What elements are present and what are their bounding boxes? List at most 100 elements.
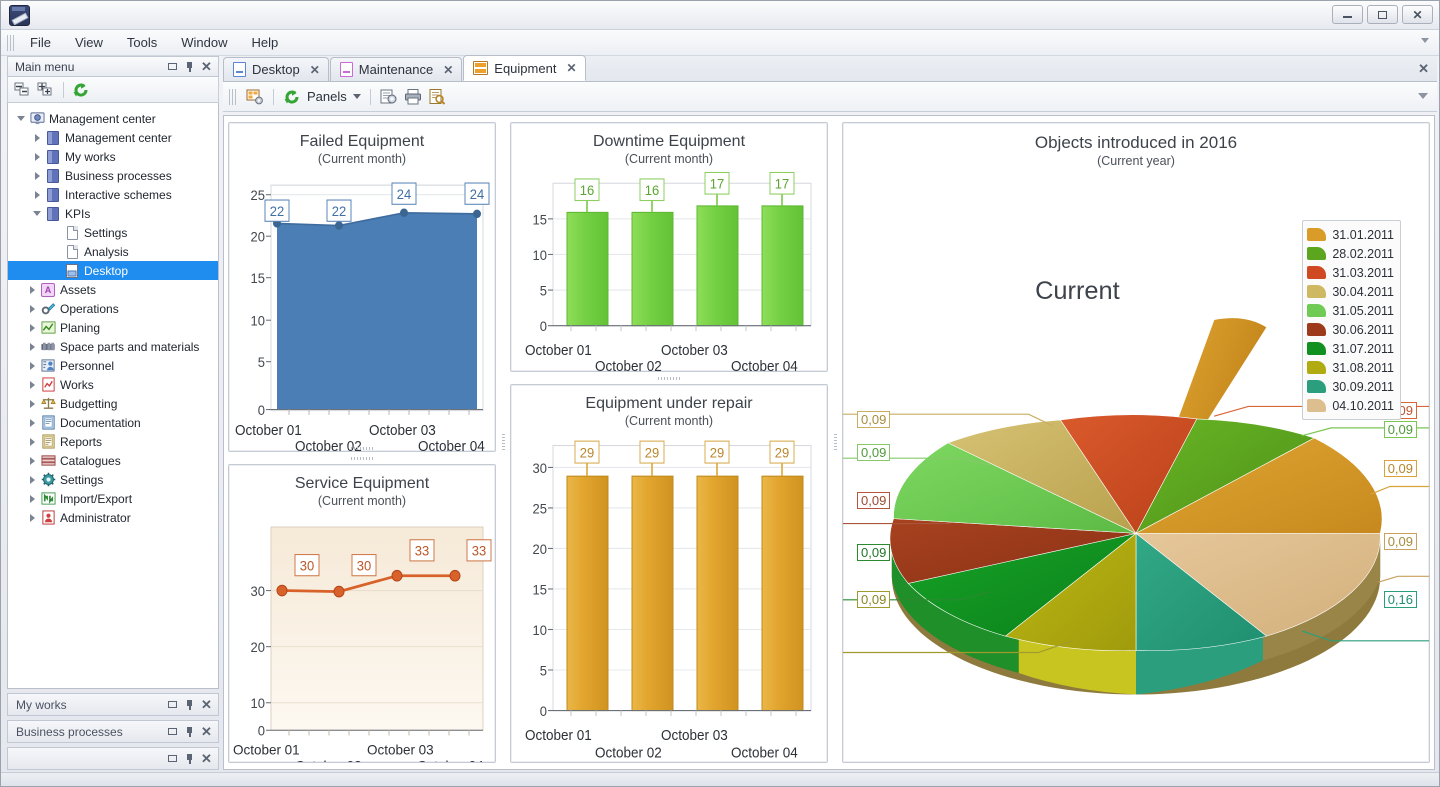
- splitter-failed-service[interactable]: [228, 452, 496, 464]
- legend-item[interactable]: 30.06.2011: [1307, 320, 1394, 339]
- settings-panel-icon[interactable]: [246, 88, 264, 106]
- tree-item-settings[interactable]: Settings: [8, 470, 218, 489]
- chart-failed-equipment[interactable]: 25 20 15 10 5 0 22 22 24 24 October 01 O…: [229, 166, 495, 451]
- menu-item-tools[interactable]: Tools: [115, 32, 169, 53]
- chevron-down-icon[interactable]: [352, 94, 361, 99]
- chevron-right-icon[interactable]: [25, 475, 39, 484]
- legend-item[interactable]: 04.10.2011: [1307, 396, 1394, 415]
- tree-item-operations[interactable]: Operations: [8, 299, 218, 318]
- chevron-right-icon[interactable]: [25, 323, 39, 332]
- close-icon[interactable]: ✕: [198, 59, 215, 75]
- pin-icon[interactable]: [181, 59, 198, 75]
- menu-grip[interactable]: [7, 34, 14, 51]
- close-button[interactable]: ✕: [1402, 5, 1433, 24]
- tree-item-planing[interactable]: Planing: [8, 318, 218, 337]
- chevron-right-icon[interactable]: [30, 133, 44, 142]
- chevron-right-icon[interactable]: [30, 152, 44, 161]
- chevron-down-icon[interactable]: [1421, 38, 1429, 43]
- tree-item-my-works[interactable]: My works: [8, 147, 218, 166]
- chevron-right-icon[interactable]: [25, 399, 39, 408]
- toolbar-overflow-icon[interactable]: [1418, 93, 1428, 99]
- chevron-right-icon[interactable]: [25, 437, 39, 446]
- close-icon[interactable]: ✕: [198, 751, 215, 767]
- refresh-icon[interactable]: [72, 81, 90, 99]
- chevron-right-icon[interactable]: [25, 285, 39, 294]
- chart-objects-introduced-pie[interactable]: Current 0,09 0,09 0,09 0,09 0,09 0,09 0,…: [843, 168, 1429, 762]
- tree-item-works[interactable]: Works: [8, 375, 218, 394]
- chevron-right-icon[interactable]: [25, 361, 39, 370]
- legend-item[interactable]: 30.04.2011: [1307, 282, 1394, 301]
- chart-downtime-equipment[interactable]: 15 10 5 0 16 16 17 17 October 01 October…: [511, 166, 827, 371]
- tree-item-space-parts-and-materials[interactable]: Space parts and materials: [8, 337, 218, 356]
- tree-item-management-center[interactable]: Management center: [8, 128, 218, 147]
- legend-item[interactable]: 31.08.2011: [1307, 358, 1394, 377]
- menu-item-file[interactable]: File: [18, 32, 63, 53]
- pin-icon[interactable]: [181, 724, 198, 740]
- tree-item-catalogues[interactable]: Catalogues: [8, 451, 218, 470]
- tab-equipment[interactable]: Equipment ✕: [463, 55, 586, 81]
- panel-untitled[interactable]: ✕: [7, 747, 219, 770]
- close-icon[interactable]: ✕: [198, 697, 215, 713]
- chevron-right-icon[interactable]: [25, 513, 39, 522]
- restore-icon[interactable]: [164, 724, 181, 740]
- tab-maintenance[interactable]: Maintenance ✕: [329, 57, 463, 81]
- tree-item-desktop[interactable]: Desktop: [8, 261, 218, 280]
- restore-icon[interactable]: [164, 751, 181, 767]
- chevron-down-icon[interactable]: [14, 116, 28, 121]
- tree-item-interactive-schemes[interactable]: Interactive schemes: [8, 185, 218, 204]
- tree-item-documentation[interactable]: Documentation: [8, 413, 218, 432]
- collapse-all-icon[interactable]: [14, 81, 32, 99]
- widget-splitter-horizontal[interactable]: [229, 444, 495, 451]
- chevron-right-icon[interactable]: [25, 342, 39, 351]
- minimize-button[interactable]: [1332, 5, 1363, 24]
- legend-item[interactable]: 31.01.2011: [1307, 225, 1394, 244]
- chevron-right-icon[interactable]: [30, 171, 44, 180]
- tree-item-reports[interactable]: Reports: [8, 432, 218, 451]
- chevron-right-icon[interactable]: [25, 494, 39, 503]
- menu-item-view[interactable]: View: [63, 32, 115, 53]
- chevron-right-icon[interactable]: [25, 456, 39, 465]
- tree-item-personnel[interactable]: Personnel: [8, 356, 218, 375]
- chart-service-equipment[interactable]: 30 20 10 0 30 30 33 33 October 01 Octobe…: [229, 508, 495, 762]
- tab-close-icon[interactable]: ✕: [306, 63, 320, 77]
- tree-item-kpis[interactable]: KPIs: [8, 204, 218, 223]
- toolbar-grip[interactable]: [229, 88, 236, 105]
- navigation-tree[interactable]: Management center Management center My w…: [7, 103, 219, 689]
- legend-item[interactable]: 31.05.2011: [1307, 301, 1394, 320]
- menu-item-help[interactable]: Help: [240, 32, 291, 53]
- menu-item-window[interactable]: Window: [169, 32, 239, 53]
- chevron-right-icon[interactable]: [25, 418, 39, 427]
- tab-close-icon[interactable]: ✕: [439, 63, 453, 77]
- pin-icon[interactable]: [181, 697, 198, 713]
- pin-icon[interactable]: [181, 751, 198, 767]
- restore-icon[interactable]: [164, 697, 181, 713]
- tree-item-budgetting[interactable]: Budgetting: [8, 394, 218, 413]
- tree-item-business-processes[interactable]: Business processes: [8, 166, 218, 185]
- tree-item-import-export[interactable]: Import/Export: [8, 489, 218, 508]
- splitter-column-b-c[interactable]: [828, 122, 842, 763]
- tab-close-icon[interactable]: ✕: [562, 61, 576, 75]
- tab-desktop[interactable]: Desktop ✕: [223, 57, 329, 81]
- close-all-tabs-icon[interactable]: ✕: [1418, 61, 1429, 77]
- tree-item-assets[interactable]: A Assets: [8, 280, 218, 299]
- close-icon[interactable]: ✕: [198, 724, 215, 740]
- legend-item[interactable]: 31.03.2011: [1307, 263, 1394, 282]
- panel-business-processes[interactable]: Business processes ✕: [7, 720, 219, 743]
- panel-my-works[interactable]: My works ✕: [7, 693, 219, 716]
- tree-item-management-center-root[interactable]: Management center: [8, 109, 218, 128]
- legend-item[interactable]: 30.09.2011: [1307, 377, 1394, 396]
- export-icon[interactable]: [428, 88, 446, 106]
- chevron-down-icon[interactable]: [30, 211, 44, 216]
- tree-item-analysis[interactable]: Analysis: [8, 242, 218, 261]
- maximize-button[interactable]: [1367, 5, 1398, 24]
- tree-item-administrator[interactable]: Administrator: [8, 508, 218, 527]
- chevron-right-icon[interactable]: [25, 380, 39, 389]
- chevron-right-icon[interactable]: [25, 304, 39, 313]
- panels-dropdown-label[interactable]: Panels: [307, 89, 347, 104]
- chart-equipment-under-repair[interactable]: 30 25 20 15 10 5 0 29 29 29 29 October 0…: [511, 428, 827, 762]
- legend-item[interactable]: 28.02.2011: [1307, 244, 1394, 263]
- print-preview-icon[interactable]: [380, 88, 398, 106]
- chevron-right-icon[interactable]: [30, 190, 44, 199]
- restore-icon[interactable]: [164, 59, 181, 75]
- splitter-downtime-repair[interactable]: [510, 372, 828, 384]
